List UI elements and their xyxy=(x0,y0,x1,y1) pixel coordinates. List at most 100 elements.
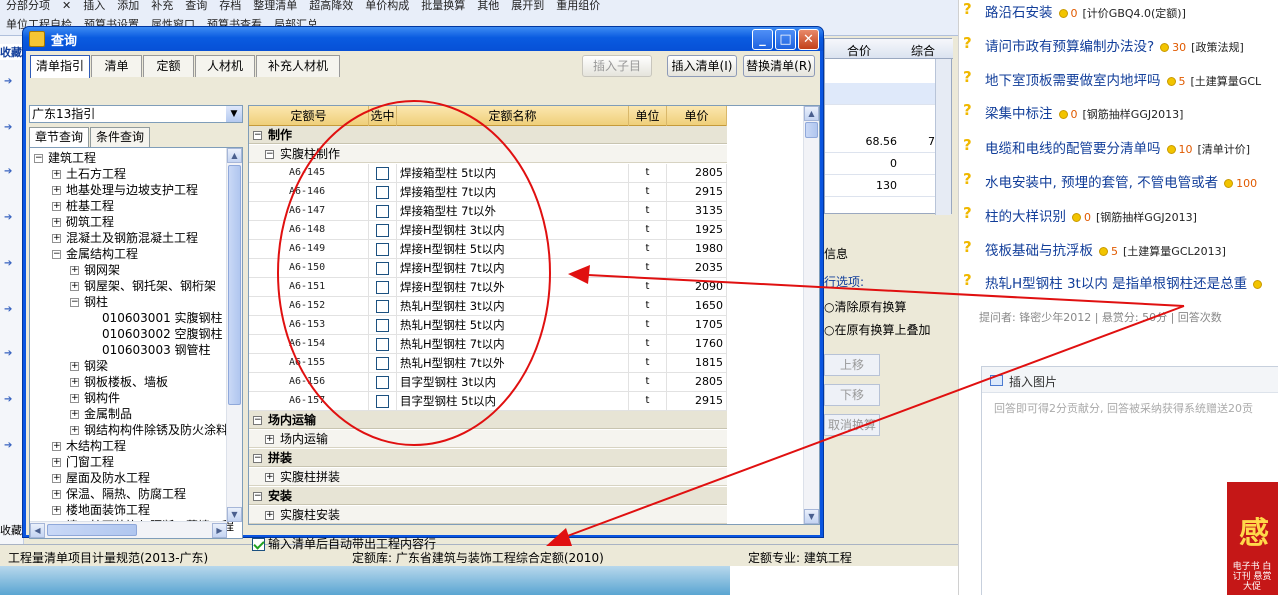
toolbar-item[interactable]: ✕ xyxy=(56,0,77,14)
question-title-text[interactable]: 梁集中标注 xyxy=(985,106,1053,122)
collapse-icon[interactable]: − xyxy=(70,298,79,307)
minimize-icon[interactable]: _ xyxy=(752,29,773,50)
subsection-column-installation[interactable]: + 实腹柱安装 xyxy=(249,506,727,524)
tree-vertical-scrollbar[interactable]: ▲ ▼ xyxy=(226,148,242,522)
section-fabrication[interactable]: − 制作 xyxy=(249,126,727,144)
background-grid-row[interactable]: 68.56 7 xyxy=(825,131,937,153)
expand-icon[interactable]: + xyxy=(70,266,79,275)
toolbar-item[interactable]: 超高降效 xyxy=(303,0,359,14)
quota-row[interactable]: A6-149 焊接H型钢柱 5t以内 t 1980 xyxy=(249,240,727,259)
toolbar-item[interactable]: 展开到 xyxy=(505,0,550,14)
header-price[interactable]: 单价 xyxy=(667,106,727,126)
section-site-transport[interactable]: − 场内运输 xyxy=(249,411,727,429)
chevron-down-icon[interactable]: ▼ xyxy=(226,106,242,122)
expand-icon[interactable]: + xyxy=(52,234,61,243)
select-cell[interactable] xyxy=(369,373,397,392)
auto-output-checkbox[interactable]: 输入清单后自动带出工程内容行 xyxy=(252,535,436,552)
tree-node[interactable]: + 钢板楼板、墙板 xyxy=(70,374,168,390)
tab-list-guide[interactable]: 清单指引 xyxy=(30,55,90,78)
checkbox-checked-icon[interactable] xyxy=(252,538,265,551)
grid-vertical-scrollbar[interactable]: ▲ ▼ xyxy=(803,106,819,524)
scroll-up-icon[interactable]: ▲ xyxy=(804,106,819,121)
tree-node[interactable]: 010603002 空腹钢柱 xyxy=(102,326,223,342)
insert-list-button[interactable]: 插入清单(I) xyxy=(667,55,737,77)
question-title[interactable]: 热轧H型钢柱 3t以内 是指单根钢柱还是总重 xyxy=(985,272,1270,292)
header-quota-name[interactable]: 定额名称 xyxy=(397,106,629,126)
collapse-icon[interactable]: − xyxy=(253,492,262,501)
scroll-thumb[interactable] xyxy=(805,122,818,138)
tree-node[interactable]: + 地基处理与边坡支护工程 xyxy=(52,182,198,198)
tab-condition-query[interactable]: 条件查询 xyxy=(90,127,150,147)
select-cell[interactable] xyxy=(369,202,397,221)
scroll-thumb[interactable] xyxy=(228,165,241,405)
expand-icon[interactable]: + xyxy=(52,202,61,211)
toolbar-item[interactable]: 补充 xyxy=(145,0,179,14)
quota-row[interactable]: A6-150 焊接H型钢柱 7t以内 t 2035 xyxy=(249,259,727,278)
select-checkbox[interactable] xyxy=(376,186,389,199)
subsection-column-assembly[interactable]: + 实腹柱拼装 xyxy=(249,468,727,486)
tree-node[interactable]: + 桩基工程 xyxy=(52,198,114,214)
select-checkbox[interactable] xyxy=(376,243,389,256)
header-unit[interactable]: 单位 xyxy=(629,106,667,126)
expand-icon[interactable]: + xyxy=(52,170,61,179)
select-checkbox[interactable] xyxy=(376,224,389,237)
expand-icon[interactable]: + xyxy=(70,378,79,387)
question-tag[interactable]: [土建算量GCL xyxy=(1191,75,1262,88)
select-cell[interactable] xyxy=(369,240,397,259)
background-grid-scrollbar[interactable] xyxy=(935,59,951,215)
select-cell[interactable] xyxy=(369,164,397,183)
question-title[interactable]: 请问市政有预算编制办法没? 30 [政策法规] xyxy=(985,35,1244,55)
tree-node[interactable]: + 混凝土及钢筋混凝土工程 xyxy=(52,230,198,246)
header-selected[interactable]: 选中 xyxy=(369,106,397,126)
question-tag[interactable]: [政策法规] xyxy=(1191,41,1244,54)
question-title-text[interactable]: 电缆和电线的配管要分清单吗 xyxy=(985,141,1161,157)
replace-list-button[interactable]: 替换清单(R) xyxy=(743,55,815,77)
toolbar-item[interactable]: 重用组价 xyxy=(550,0,606,14)
expand-icon[interactable]: + xyxy=(70,282,79,291)
quota-row[interactable]: A6-153 热轧H型钢柱 5t以内 t 1705 xyxy=(249,316,727,335)
select-checkbox[interactable] xyxy=(376,357,389,370)
expand-icon[interactable]: + xyxy=(52,474,61,483)
region-select[interactable]: 广东13指引 ▼ xyxy=(29,105,243,123)
tree-node[interactable]: + 钢屋架、钢托架、钢桁架 xyxy=(70,278,216,294)
move-down-button[interactable]: 下移 xyxy=(824,384,880,406)
maximize-icon[interactable]: □ xyxy=(775,29,796,50)
quota-row[interactable]: A6-148 焊接H型钢柱 3t以内 t 1925 xyxy=(249,221,727,240)
tab-labor-material[interactable]: 人材机 xyxy=(195,55,255,77)
tree-node[interactable]: + 木结构工程 xyxy=(52,438,126,454)
toolbar-item[interactable]: 单价构成 xyxy=(359,0,415,14)
question-title-text[interactable]: 请问市政有预算编制办法没? xyxy=(985,39,1154,55)
select-checkbox[interactable] xyxy=(376,300,389,313)
tree-node[interactable]: + 金属制品 xyxy=(70,406,132,422)
background-grid-row[interactable] xyxy=(825,83,937,105)
image-icon[interactable] xyxy=(990,375,1003,386)
scroll-right-icon[interactable]: ▶ xyxy=(212,523,227,538)
tree-node[interactable]: + 钢构件 xyxy=(70,390,120,406)
question-title-text[interactable]: 地下室顶板需要做室内地坪吗 xyxy=(985,73,1161,89)
tab-supplement-material[interactable]: 补充人材机 xyxy=(256,55,340,77)
toolbar-item[interactable]: 其他 xyxy=(471,0,505,14)
option-clear-conversion[interactable]: ○清除原有换算 xyxy=(824,298,907,315)
tree-node[interactable]: 010603001 实腹钢柱 xyxy=(102,310,223,326)
quota-row[interactable]: A6-156 目字型钢柱 3t以内 t 2805 xyxy=(249,373,727,392)
tree-node[interactable]: + 钢梁 xyxy=(70,358,108,374)
select-checkbox[interactable] xyxy=(376,205,389,218)
question-title[interactable]: 柱的大样识别 0 [钢筋抽样GGJ2013] xyxy=(985,205,1197,225)
expand-icon[interactable]: + xyxy=(265,511,274,520)
section-installation[interactable]: − 安装 xyxy=(249,487,727,505)
expand-icon[interactable]: + xyxy=(265,473,274,482)
select-cell[interactable] xyxy=(369,221,397,240)
question-tag[interactable]: [清单计价] xyxy=(1198,143,1251,156)
option-overlay-conversion[interactable]: ○在原有换算上叠加 xyxy=(824,321,931,338)
select-cell[interactable] xyxy=(369,335,397,354)
quota-row[interactable]: A6-151 焊接H型钢柱 7t以外 t 2090 xyxy=(249,278,727,297)
expand-icon[interactable]: + xyxy=(52,490,61,499)
question-title-text[interactable]: 筏板基础与抗浮板 xyxy=(985,243,1093,259)
expand-icon[interactable]: + xyxy=(52,458,61,467)
question-title-text[interactable]: 路沿石安装 xyxy=(985,5,1053,21)
tree-node[interactable]: + 砌筑工程 xyxy=(52,214,114,230)
select-checkbox[interactable] xyxy=(376,167,389,180)
expand-icon[interactable]: + xyxy=(70,394,79,403)
tab-chapter-query[interactable]: 章节查询 xyxy=(29,127,89,148)
question-tag[interactable]: [土建算量GCL2013] xyxy=(1123,245,1226,258)
